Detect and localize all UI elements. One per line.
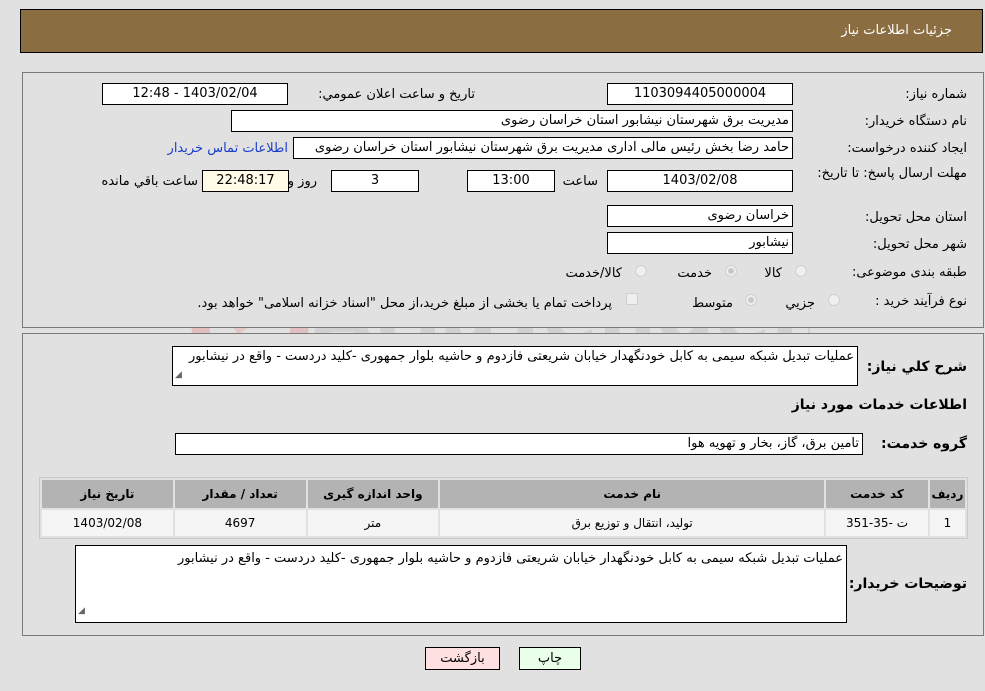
cell-quantity: 4697	[174, 510, 306, 536]
deadline-time-label: ساعت	[562, 174, 598, 189]
resize-grip-icon[interactable]: ◢	[78, 602, 85, 621]
remaining-days-field[interactable]: 3	[331, 170, 419, 192]
resize-grip-icon[interactable]: ◢	[175, 367, 182, 384]
requester-field[interactable]: حامد رضا بخش رئيس مالی اداری مديريت برق …	[293, 137, 793, 159]
description-textarea[interactable]: عمليات تبديل شبکه سيمی به کابل خودنگهدار…	[172, 346, 858, 386]
treasury-checkbox[interactable]	[626, 293, 638, 305]
col-header-need-date: تاريخ نياز	[42, 480, 173, 508]
cell-need-date: 1403/02/08	[42, 510, 173, 536]
announce-datetime-label: تاريخ و ساعت اعلان عمومي:	[318, 87, 475, 102]
purchase-type-label: نوع فرآيند خريد :	[875, 294, 967, 309]
page-title: جزئيات اطلاعات نياز	[841, 23, 952, 38]
category-radio-goods[interactable]	[795, 265, 807, 277]
description-label: شرح كلي نياز:	[866, 359, 967, 375]
col-header-quantity: تعداد / مقدار	[174, 480, 306, 508]
back-button[interactable]: بازگشت	[425, 647, 500, 670]
delivery-city-field[interactable]: نيشابور	[607, 232, 793, 254]
delivery-province-field[interactable]: خراسان رضوی	[607, 205, 793, 227]
cell-service-code: ت -35-351	[826, 510, 928, 536]
table-row: 1 ت -35-351 توليد، انتقال و توزيع برق مت…	[42, 510, 965, 536]
buyer-notes-text: عمليات تبديل شبکه سيمی به کابل خودنگهدار…	[178, 551, 843, 566]
col-header-service-code: کد خدمت	[826, 480, 928, 508]
buyer-contact-link[interactable]: اطلاعات تماس خريدار	[168, 141, 288, 156]
delivery-province-label: استان محل تحويل:	[865, 210, 967, 225]
service-group-field[interactable]: تامين برق، گاز، بخار و تهويه هوا	[175, 433, 863, 455]
category-radio-service[interactable]	[725, 265, 737, 277]
category-option-goods-service: کالا/خدمت	[565, 266, 622, 281]
delivery-city-label: شهر محل تحويل:	[872, 237, 967, 252]
purchase-option-minor: جزيي	[785, 296, 815, 311]
deadline-label: مهلت ارسال پاسخ: تا تاريخ:	[817, 166, 967, 181]
buyer-notes-label: توضيحات خريدار:	[848, 576, 967, 592]
purchase-radio-medium[interactable]	[745, 294, 757, 306]
category-option-service: خدمت	[677, 266, 712, 281]
buyer-org-label: نام دستگاه خريدار:	[864, 114, 967, 129]
requester-label: ايجاد کننده درخواست:	[847, 141, 967, 156]
page-header: جزئيات اطلاعات نياز	[20, 9, 983, 53]
category-option-goods: کالا	[764, 266, 782, 281]
services-section-title: اطلاعات خدمات مورد نياز	[791, 397, 967, 413]
category-radio-goods-service[interactable]	[635, 265, 647, 277]
treasury-note: پرداخت تمام يا بخشی از مبلغ خريد،از محل …	[197, 296, 612, 311]
print-button[interactable]: چاپ	[519, 647, 581, 670]
need-number-field[interactable]: 1103094405000004	[607, 83, 793, 105]
announce-datetime-field[interactable]: 1403/02/04 - 12:48	[102, 83, 288, 105]
cell-service-name: توليد، انتقال و توزيع برق	[440, 510, 825, 536]
col-header-unit: واحد اندازه گيری	[307, 480, 439, 508]
buyer-org-field[interactable]: مديريت برق شهرستان نيشابور استان خراسان …	[231, 110, 793, 132]
purchase-radio-minor[interactable]	[828, 294, 840, 306]
category-label: طبقه بندی موضوعی:	[851, 265, 967, 280]
service-group-label: گروه خدمت:	[881, 436, 967, 452]
deadline-date-field[interactable]: 1403/02/08	[607, 170, 793, 192]
cell-row-number: 1	[929, 510, 965, 536]
col-header-service-name: نام خدمت	[440, 480, 825, 508]
cell-unit: متر	[307, 510, 439, 536]
buyer-notes-textarea[interactable]: عمليات تبديل شبکه سيمی به کابل خودنگهدار…	[75, 545, 847, 623]
col-header-row-number: رديف	[929, 480, 965, 508]
remaining-time-label: ساعت باقي مانده	[101, 174, 198, 189]
purchase-option-medium: متوسط	[692, 296, 733, 311]
need-number-label: شماره نياز:	[905, 87, 967, 102]
remaining-time-field: 22:48:17	[202, 170, 289, 192]
description-text: عمليات تبديل شبکه سيمی به کابل خودنگهدار…	[189, 349, 854, 364]
services-table: رديف کد خدمت نام خدمت واحد اندازه گيری ت…	[39, 477, 968, 539]
table-header-row: رديف کد خدمت نام خدمت واحد اندازه گيری ت…	[42, 480, 965, 508]
deadline-time-field[interactable]: 13:00	[467, 170, 555, 192]
days-label: روز و	[287, 174, 317, 189]
